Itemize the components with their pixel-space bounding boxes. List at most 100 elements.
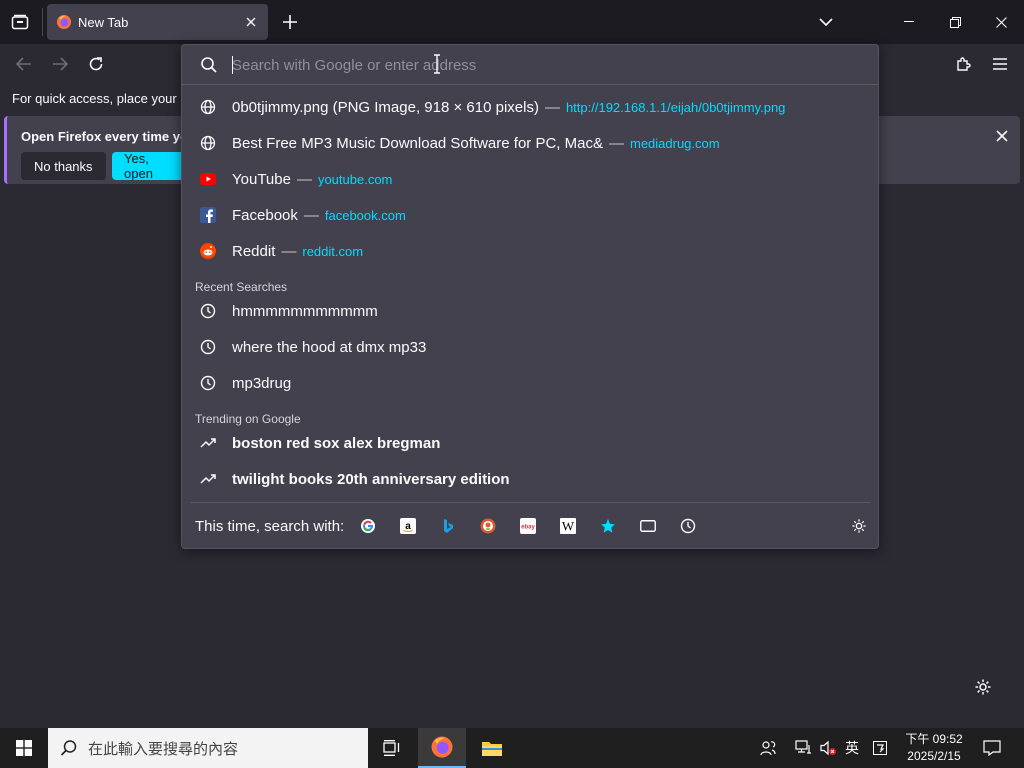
hamburger-icon	[993, 58, 1007, 70]
folder-icon	[482, 742, 502, 756]
people-icon	[760, 741, 776, 756]
suggestion-row[interactable]: YouTube — youtube.com	[190, 162, 870, 196]
puzzle-icon	[957, 57, 971, 71]
taskbar-file-explorer[interactable]	[468, 728, 516, 768]
bookmarks-toolbar-hint: For quick access, place your bo	[12, 91, 195, 106]
trending-row[interactable]: twilight books 20th anniversary edition	[190, 462, 870, 496]
svg-text:ebay: ebay	[521, 525, 535, 531]
trending-row[interactable]: boston red sox alex bregman	[190, 426, 870, 460]
text-caret	[232, 56, 233, 74]
ebay-icon[interactable]: ebay	[519, 517, 537, 535]
text-cursor-icon	[434, 54, 440, 74]
recent-search-row[interactable]: hmmmmmmmmmmm	[190, 294, 870, 328]
amazon-icon[interactable]: a	[399, 517, 417, 535]
list-all-tabs-button[interactable]	[814, 10, 838, 34]
firefox-logo-icon	[431, 736, 453, 758]
ime-mode-button[interactable]	[868, 728, 892, 768]
volume-button[interactable]	[816, 728, 840, 768]
ime-bopomofo-icon	[873, 741, 887, 755]
suggestion-row[interactable]: Reddit — reddit.com	[190, 234, 870, 268]
restore-button[interactable]	[932, 0, 978, 44]
trending-arrow-icon	[200, 435, 216, 451]
bookmarks-star-icon[interactable]	[599, 517, 617, 535]
minimize-button[interactable]	[886, 0, 932, 44]
suggestion-title: Facebook	[232, 206, 298, 224]
suggestion-url: reddit.com	[302, 243, 364, 259]
suggestion-title-overflow: &	[592, 134, 603, 152]
svg-text:a: a	[405, 521, 411, 532]
notification-message: Open Firefox every time you	[21, 129, 196, 144]
close-tab-icon[interactable]	[243, 14, 259, 30]
arrow-right-icon	[53, 57, 68, 71]
urlbar-input[interactable]	[232, 53, 852, 77]
ime-language-indicator[interactable]: 英	[840, 728, 864, 768]
recent-search-row[interactable]: where the hood at dmx mp33	[190, 330, 870, 364]
separator-dash: —	[296, 170, 312, 188]
history-clock-icon	[200, 339, 216, 355]
history-clock-icon	[200, 303, 216, 319]
firefox-logo-icon	[56, 14, 72, 30]
recent-search-text: where the hood at dmx mp33	[232, 338, 427, 356]
taskbar-search-box[interactable]: 在此輸入要搜尋的內容	[48, 728, 368, 768]
restore-icon	[949, 16, 961, 28]
tab-separator	[42, 8, 43, 36]
notification-close-button[interactable]	[994, 128, 1010, 144]
menu-button[interactable]	[988, 52, 1012, 76]
no-thanks-button[interactable]: No thanks	[21, 152, 106, 180]
recent-search-row[interactable]: mp3drug	[190, 366, 870, 400]
wikipedia-icon[interactable]: W	[559, 517, 577, 535]
start-button[interactable]	[0, 728, 48, 768]
history-icon[interactable]	[679, 517, 697, 535]
reload-button[interactable]	[84, 52, 108, 76]
task-view-button[interactable]	[368, 728, 416, 768]
action-center-button[interactable]	[978, 728, 1006, 768]
tabs-icon[interactable]	[639, 517, 657, 535]
yes-open-button[interactable]: Yes, open	[112, 152, 192, 180]
new-tab-button[interactable]	[278, 10, 302, 34]
network-button[interactable]	[792, 728, 816, 768]
people-button[interactable]	[756, 728, 780, 768]
search-icon	[60, 740, 77, 756]
firefox-view-icon	[11, 14, 29, 30]
back-button[interactable]	[12, 52, 36, 76]
facebook-icon	[200, 207, 216, 223]
close-window-button[interactable]	[978, 0, 1024, 44]
duckduckgo-icon[interactable]	[479, 517, 497, 535]
urlbar-dropdown: 0b0tjimmy.png (PNG Image, 918 × 610 pixe…	[181, 44, 879, 549]
recent-searches-heading: Recent Searches	[195, 280, 288, 294]
clock-time: 下午 09:52	[905, 732, 963, 746]
firefox-view-button[interactable]	[8, 10, 32, 34]
taskbar-search-placeholder: 在此輸入要搜尋的內容	[88, 740, 239, 758]
forward-button[interactable]	[48, 52, 72, 76]
tab-new-tab[interactable]: New Tab	[47, 4, 268, 40]
trending-search-text: twilight books 20th anniversary edition	[232, 470, 510, 488]
recent-search-text: mp3drug	[232, 374, 292, 392]
trending-arrow-icon	[200, 471, 216, 487]
tab-strip: New Tab	[0, 0, 1024, 44]
minimize-icon	[904, 21, 914, 22]
arrow-left-icon	[16, 57, 31, 71]
suggestion-row[interactable]: 0b0tjimmy.png (PNG Image, 918 × 610 pixe…	[190, 90, 870, 124]
separator-dash: —	[281, 242, 297, 260]
separator-dash: —	[303, 206, 319, 224]
suggestion-title: 0b0tjimmy.png (PNG Image, 918 × 610 pixe…	[232, 98, 539, 116]
windows-logo-icon	[16, 740, 32, 756]
extensions-button[interactable]	[952, 52, 976, 76]
notification-icon	[983, 740, 1001, 756]
bing-icon[interactable]	[439, 517, 457, 535]
suggestion-row[interactable]: Facebook — facebook.com	[190, 198, 870, 232]
taskbar-firefox[interactable]	[418, 728, 466, 768]
system-clock[interactable]: 下午 09:52 2025/2/15	[900, 731, 968, 765]
windows-taskbar: 在此輸入要搜尋的內容 英 下午 09:52 2025/2/15	[0, 728, 1024, 768]
recent-search-text: hmmmmmmmmmmm	[232, 302, 378, 320]
suggestion-title: Best Free MP3 Music Download Software fo…	[232, 134, 593, 152]
google-icon[interactable]	[359, 517, 377, 535]
newtab-customize-button[interactable]	[973, 677, 993, 697]
search-settings-button[interactable]	[850, 517, 868, 535]
suggestion-title: YouTube	[232, 170, 291, 188]
trending-search-text: boston red sox alex bregman	[232, 434, 441, 452]
task-view-icon	[383, 740, 400, 756]
suggestion-url: facebook.com	[324, 207, 406, 223]
volume-muted-icon	[820, 740, 836, 756]
suggestion-row[interactable]: Best Free MP3 Music Download Software fo…	[190, 126, 870, 160]
